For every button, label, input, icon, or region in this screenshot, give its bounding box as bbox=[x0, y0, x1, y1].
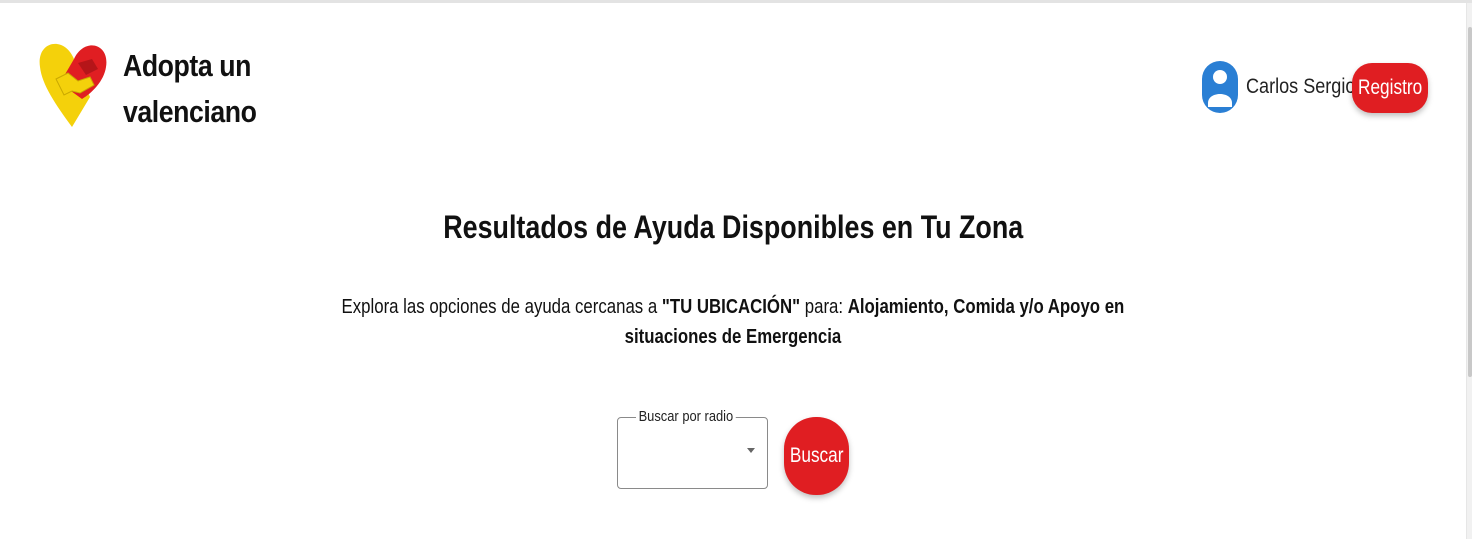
search-label: Buscar bbox=[789, 444, 844, 467]
user-menu[interactable]: Carlos Sergio bbox=[1202, 61, 1373, 113]
subtitle-bold-1: Alojamiento, Comida y/o Apoyo en bbox=[847, 296, 1125, 318]
radius-select-label: Buscar por radio bbox=[636, 408, 736, 425]
user-avatar-icon bbox=[1202, 61, 1238, 113]
register-button[interactable]: Registro bbox=[1352, 63, 1428, 113]
brand-line-2: valenciano bbox=[123, 94, 257, 129]
page-title-text: Resultados de Ayuda Disponibles en Tu Zo… bbox=[443, 209, 1023, 245]
page-title: Resultados de Ayuda Disponibles en Tu Zo… bbox=[0, 209, 1466, 246]
subtitle-text-1: Explora las opciones de ayuda cercanas a bbox=[341, 296, 662, 318]
page-subtitle: Explora las opciones de ayuda cercanas a… bbox=[0, 292, 1466, 352]
user-name: Carlos Sergio bbox=[1246, 75, 1356, 98]
subtitle-text-2: para: bbox=[800, 296, 848, 318]
page: Adopta un valenciano Carlos Sergio Regis… bbox=[0, 0, 1472, 539]
brand-title[interactable]: Adopta un valenciano bbox=[123, 43, 257, 135]
page-scrollbar[interactable] bbox=[1466, 3, 1472, 539]
heart-handshake-icon[interactable] bbox=[38, 39, 110, 131]
subtitle-line-2: situaciones de Emergencia bbox=[0, 322, 1466, 352]
caret-down-icon[interactable] bbox=[747, 448, 755, 453]
radius-select[interactable]: Buscar por radio bbox=[617, 408, 768, 489]
subtitle-location: "TU UBICACIÓN" bbox=[661, 296, 801, 318]
brand-line-1: Adopta un bbox=[123, 48, 251, 83]
subtitle-line-1: Explora las opciones de ayuda cercanas a… bbox=[0, 292, 1466, 322]
subtitle-bold-2: situaciones de Emergencia bbox=[624, 326, 842, 348]
register-label: Registro bbox=[1357, 76, 1423, 99]
scrollbar-thumb[interactable] bbox=[1468, 27, 1472, 377]
search-button[interactable]: Buscar bbox=[784, 417, 849, 495]
